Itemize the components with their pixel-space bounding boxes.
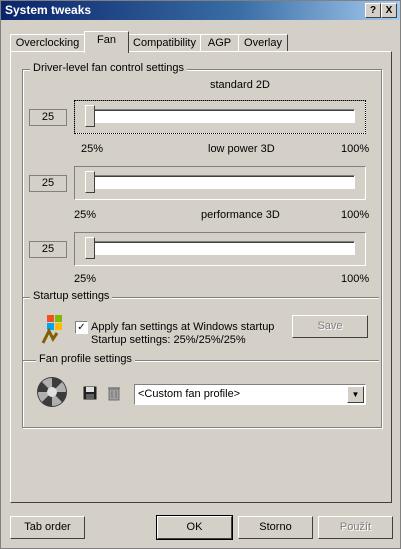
slider-track: [85, 109, 355, 123]
fan-profile-select[interactable]: <Custom fan profile> ▼: [134, 384, 366, 405]
save-profile-icon[interactable]: [83, 386, 97, 400]
fan-icon: [37, 377, 67, 407]
tab-overclocking[interactable]: Overclocking: [10, 34, 85, 52]
tab-order-button[interactable]: Tab order: [10, 516, 85, 539]
slider-name-low-power-3d: low power 3D: [208, 143, 275, 155]
tab-agp[interactable]: AGP: [200, 34, 239, 52]
window-title: System tweaks: [5, 3, 92, 17]
fan-value-standard-2d: 25: [29, 109, 67, 126]
fan-control-title: Driver-level fan control settings: [30, 62, 188, 74]
slider-track: [85, 241, 355, 255]
slider-thumb[interactable]: [85, 237, 95, 259]
ok-button[interactable]: OK: [156, 515, 233, 540]
slider-max-label: 100%: [341, 143, 370, 155]
windows-startup-icon: [41, 315, 62, 344]
help-button[interactable]: ?: [365, 3, 381, 18]
apply-at-startup-checkbox[interactable]: ✓: [75, 321, 88, 334]
startup-settings-status: Startup settings: 25%/25%/25%: [91, 334, 246, 346]
tab-overlay[interactable]: Overlay: [238, 34, 288, 52]
chevron-down-icon[interactable]: ▼: [347, 386, 364, 403]
fan-value-low-power-3d: 25: [29, 175, 67, 192]
slider-standard-2d[interactable]: [74, 100, 366, 134]
close-button[interactable]: X: [381, 3, 397, 18]
apply-at-startup-label: Apply fan settings at Windows startup: [91, 321, 275, 333]
system-tweaks-window: System tweaks ? X Overclocking Fan Compa…: [0, 0, 401, 549]
fan-profile-title: Fan profile settings: [36, 353, 135, 365]
slider-track: [85, 175, 355, 189]
save-button[interactable]: Save: [292, 315, 368, 338]
slider-min-label: 25%: [81, 143, 104, 155]
slider-low-power-3d[interactable]: [74, 166, 366, 200]
slider-max-label: 100%: [341, 273, 370, 285]
slider-name-standard-2d: standard 2D: [210, 79, 270, 91]
tab-fan[interactable]: Fan: [84, 31, 129, 53]
slider-thumb[interactable]: [85, 171, 95, 193]
slider-min-label: 25%: [74, 273, 97, 285]
slider-performance-3d[interactable]: [74, 232, 366, 266]
tab-compatibility[interactable]: Compatibility: [128, 34, 201, 52]
apply-button[interactable]: Použít: [318, 516, 393, 539]
slider-thumb[interactable]: [85, 105, 95, 127]
startup-settings-title: Startup settings: [30, 290, 113, 302]
cancel-button[interactable]: Storno: [238, 516, 313, 539]
delete-profile-icon[interactable]: [107, 385, 121, 401]
title-bar: System tweaks ? X: [1, 1, 400, 20]
slider-name-performance-3d: performance 3D: [201, 209, 280, 221]
slider-max-label: 100%: [341, 209, 370, 221]
check-icon: ✓: [77, 322, 86, 333]
fan-profile-selected: <Custom fan profile>: [138, 388, 241, 400]
slider-min-label: 25%: [74, 209, 97, 221]
fan-value-performance-3d: 25: [29, 241, 67, 258]
